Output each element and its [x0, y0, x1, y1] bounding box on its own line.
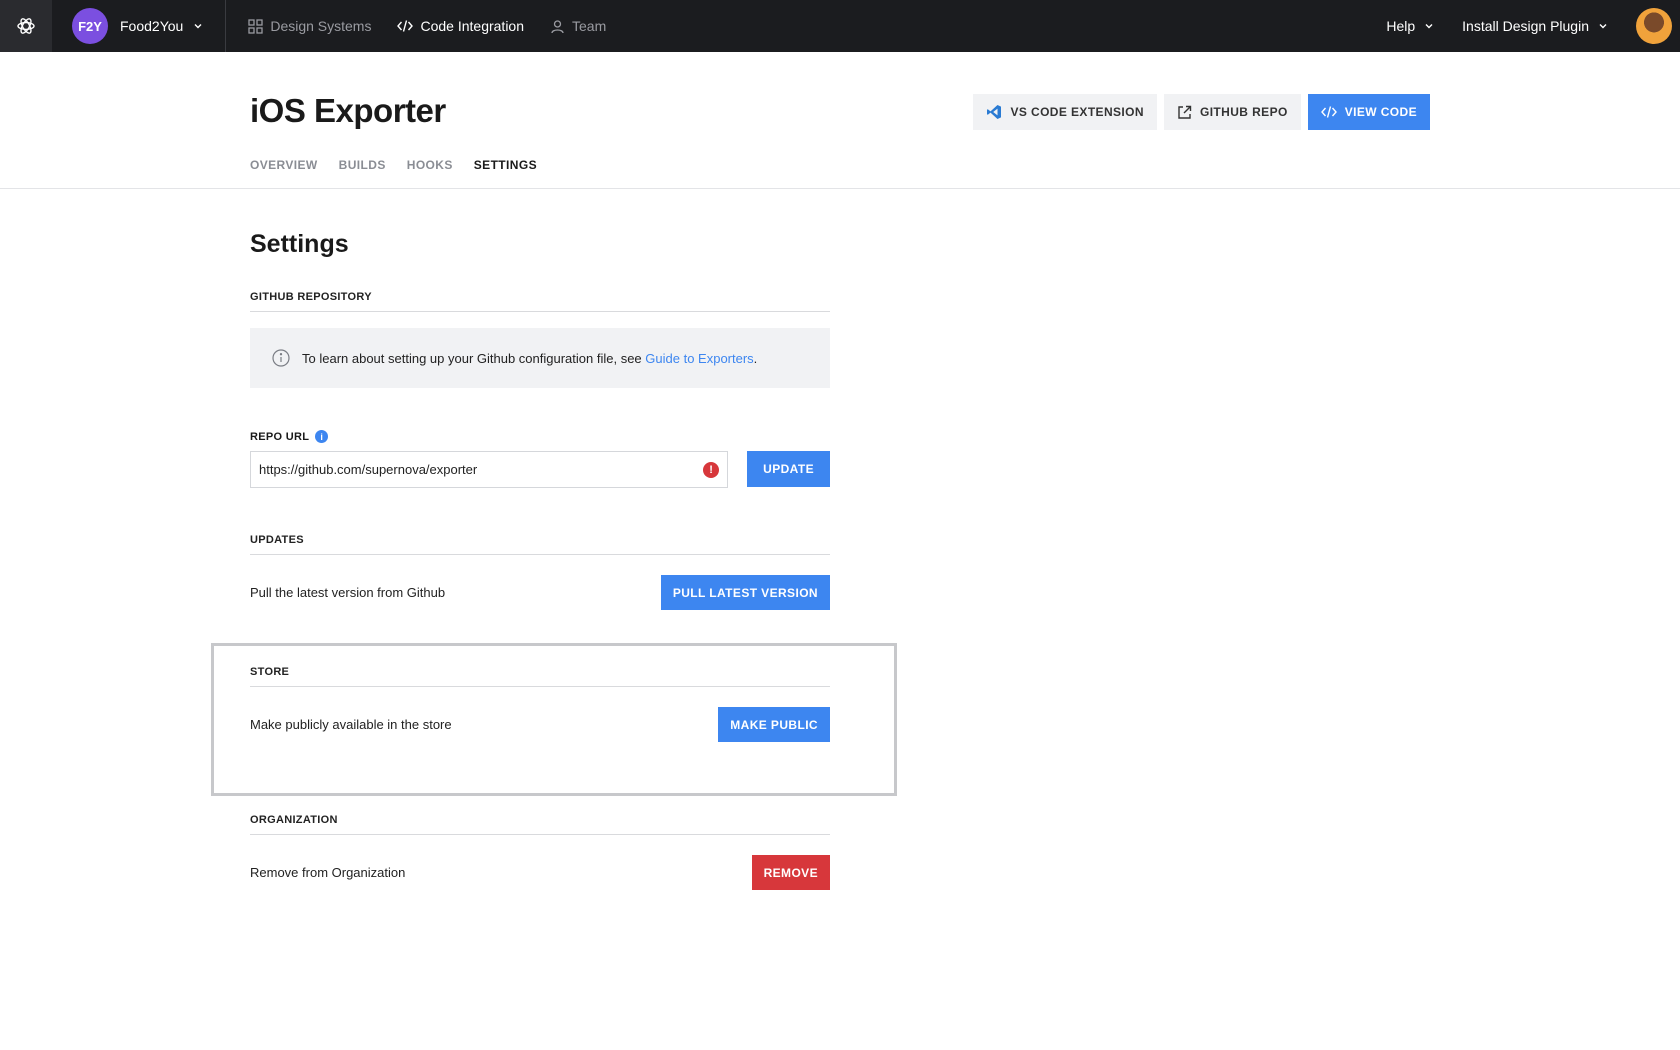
github-repository-section: GITHUB REPOSITORY To learn about setting… [250, 291, 830, 488]
help-menu[interactable]: Help [1386, 18, 1434, 34]
org-name: Food2You [120, 18, 184, 34]
user-icon [551, 19, 564, 33]
header-actions: VS CODE EXTENSION GITHUB REPO VIEW CODE [966, 94, 1430, 130]
nav-code-integration[interactable]: Code Integration [397, 18, 524, 34]
repo-url-label-row: REPO URL i [250, 430, 830, 443]
code-icon [1320, 106, 1337, 118]
organization-section: ORGANIZATION Remove from Organization RE… [250, 814, 830, 890]
chevron-down-icon [1599, 24, 1607, 29]
top-right-actions: Help Install Design Plugin [1386, 8, 1680, 44]
repo-url-row: https://github.com/supernova/exporter ! … [250, 451, 830, 488]
update-button[interactable]: UPDATE [747, 451, 830, 487]
vscode-extension-button[interactable]: VS CODE EXTENSION [973, 94, 1157, 130]
nav-design-systems-label: Design Systems [270, 18, 372, 34]
external-link-icon [1178, 105, 1192, 119]
chevron-down-icon [194, 24, 202, 29]
code-icon [397, 20, 414, 32]
main-nav: Design Systems Code Integration Team [248, 18, 632, 34]
org-avatar: F2Y [72, 8, 108, 44]
github-repository-label: GITHUB REPOSITORY [250, 291, 830, 312]
updates-row: Pull the latest version from Github PULL… [250, 575, 830, 610]
github-repo-button[interactable]: GITHUB REPO [1163, 94, 1301, 130]
user-avatar[interactable] [1636, 8, 1672, 44]
organization-text: Remove from Organization [250, 865, 406, 880]
info-icon [272, 349, 290, 367]
top-navigation-bar: F2Y Food2You Design Systems Code Integra… [0, 0, 1680, 52]
nav-code-integration-label: Code Integration [420, 18, 525, 34]
help-label: Help [1386, 18, 1416, 34]
org-switcher[interactable]: F2Y Food2You [52, 0, 227, 52]
github-repo-label: GITHUB REPO [1199, 105, 1288, 119]
updates-label: UPDATES [250, 534, 830, 555]
settings-title: Settings [250, 230, 349, 258]
install-plugin-label: Install Design Plugin [1462, 18, 1589, 34]
pull-latest-version-button[interactable]: PULL LATEST VERSION [660, 575, 830, 610]
tab-overview[interactable]: OVERVIEW [250, 158, 318, 172]
organization-label: ORGANIZATION [250, 814, 830, 835]
nav-team[interactable]: Team [550, 18, 606, 34]
repo-url-label: REPO URL [250, 430, 310, 443]
header-divider [0, 188, 1680, 189]
view-code-label: VIEW CODE [1344, 105, 1417, 119]
tab-builds[interactable]: BUILDS [339, 158, 386, 172]
tab-hooks[interactable]: HOOKS [407, 158, 453, 172]
remove-button[interactable]: REMOVE [751, 855, 830, 890]
supernova-logo-icon [17, 18, 35, 34]
guide-to-exporters-link[interactable]: Guide to Exporters [645, 351, 753, 366]
updates-text: Pull the latest version from Github [250, 585, 446, 600]
install-plugin-menu[interactable]: Install Design Plugin [1462, 18, 1608, 34]
repo-url-value: https://github.com/supernova/exporter [259, 462, 478, 477]
nav-design-systems[interactable]: Design Systems [248, 18, 371, 34]
tab-settings[interactable]: SETTINGS [474, 158, 537, 172]
error-icon: ! [703, 462, 720, 478]
github-info-text: To learn about setting up your Github co… [302, 351, 757, 366]
page-title: iOS Exporter [250, 92, 446, 129]
vscode-extension-label: VS CODE EXTENSION [1010, 105, 1144, 119]
chevron-down-icon [1425, 24, 1433, 29]
updates-section: UPDATES Pull the latest version from Git… [250, 534, 830, 610]
exporter-tabs: OVERVIEW BUILDS HOOKS SETTINGS [250, 158, 558, 172]
grid-icon [248, 18, 263, 34]
vscode-icon [987, 105, 1002, 119]
repo-url-info-icon[interactable]: i [315, 430, 329, 443]
nav-team-label: Team [572, 18, 607, 34]
repo-url-input[interactable]: https://github.com/supernova/exporter ! [250, 451, 729, 488]
store-highlight-outline [211, 643, 897, 796]
github-info-suffix: . [753, 350, 758, 366]
app-logo-button[interactable] [0, 0, 52, 52]
github-info-box: To learn about setting up your Github co… [250, 328, 830, 388]
github-info-prefix: To learn about setting up your Github co… [302, 350, 646, 366]
view-code-button[interactable]: VIEW CODE [1307, 94, 1430, 130]
organization-row: Remove from Organization REMOVE [250, 855, 830, 890]
